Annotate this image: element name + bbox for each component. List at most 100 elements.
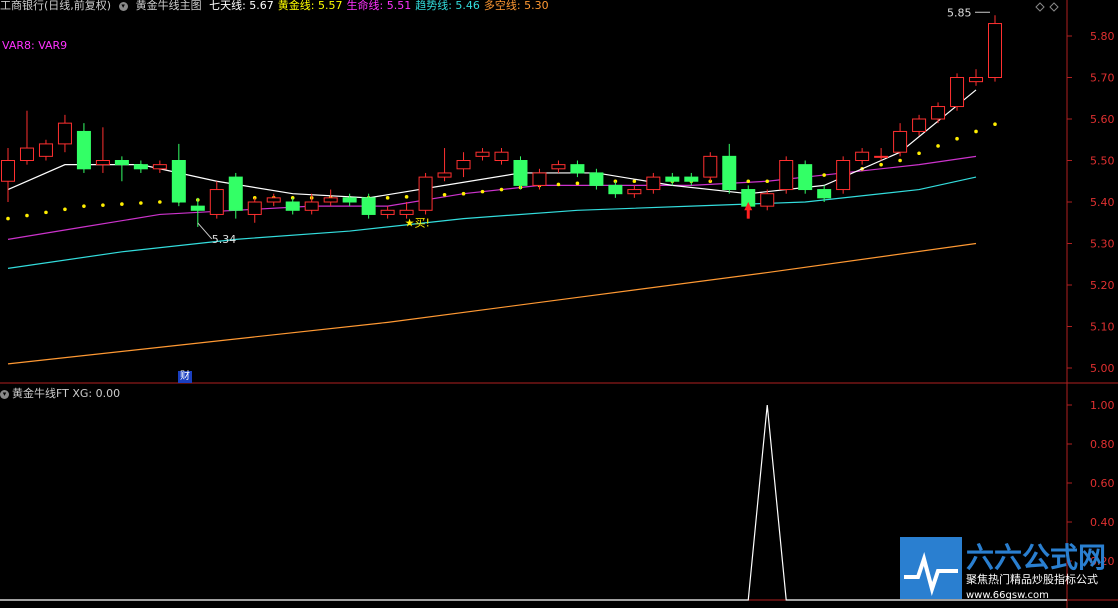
- candle-body: [931, 106, 946, 120]
- candle-body: [608, 184, 623, 195]
- gold-line-dot: [82, 204, 86, 208]
- gold-line-dot: [25, 213, 29, 218]
- watermark-brand: 六六公式网: [966, 541, 1106, 574]
- candle-body: [703, 155, 718, 178]
- gold-line-dot: [404, 195, 409, 199]
- gold-line-dot: [974, 129, 978, 134]
- candle-body: [494, 151, 509, 161]
- sub-tick-label: 0.80: [1090, 438, 1115, 451]
- price-tick-label: 5.00: [1090, 362, 1115, 375]
- collapse-icon[interactable]: ▾: [118, 0, 132, 12]
- gold-line-dot: [158, 200, 162, 204]
- price-tick-label: 5.20: [1090, 279, 1115, 292]
- buy-signal: ★买!: [405, 217, 430, 230]
- candle-body: [380, 209, 395, 215]
- candle-body: [912, 118, 927, 132]
- candle-body: [209, 189, 224, 215]
- indicator-name: 黄金牛线主图: [135, 0, 202, 12]
- candle-body: [684, 176, 699, 182]
- candle-body: [988, 23, 1002, 78]
- chart-canvas[interactable]: 5.80 5.70 5.60 5.50 5.40 5.30 5.20 5.10 5.00 5.85…: [0, 0, 1118, 608]
- gold-line-dot: [632, 179, 637, 184]
- collapse-icon[interactable]: ▾: [0, 387, 12, 400]
- candle-body: [361, 197, 376, 215]
- watermark-url: www.66gsw.com: [966, 590, 1049, 601]
- price-tick-label: 5.80: [1090, 30, 1115, 43]
- price-tick-label: 5.10: [1090, 321, 1115, 334]
- candle-body: [760, 193, 775, 207]
- low-label: 5.34: [212, 233, 237, 246]
- gold-line-dot: [955, 136, 959, 141]
- finance-badge[interactable]: 财: [178, 371, 192, 383]
- xg-value: XG: 0.00: [72, 387, 121, 400]
- gold-line-dot: [385, 196, 390, 200]
- ma7-line: [7, 89, 977, 199]
- candle-body: [57, 122, 72, 145]
- stock-name: 工商银行(日线,前复权): [0, 0, 112, 12]
- candle-body: [285, 201, 300, 211]
- candle-body: [342, 197, 357, 203]
- gold-line-dot: [461, 191, 466, 196]
- price-tick-label: 5.30: [1090, 238, 1115, 251]
- sub-chart-header: ▾ 黄金牛线FT XG: 0.00: [0, 388, 120, 400]
- gold-line-dot: [480, 189, 485, 194]
- diamond-icon: [1035, 2, 1045, 12]
- candle-body: [874, 155, 889, 158]
- gold-line-dot: [575, 181, 580, 186]
- sub-tick-label: 0.40: [1090, 516, 1115, 529]
- gold-line-dot: [6, 216, 10, 221]
- indicator-value-3: 趋势线: 5.46: [415, 0, 480, 12]
- candle-body: [76, 130, 91, 170]
- indicator-value-4: 多空线: 5.30: [483, 0, 549, 12]
- candle-body: [475, 151, 490, 157]
- indicator-value-0: 七天线: 5.67: [209, 0, 274, 12]
- sub-title: 黄金牛线FT: [12, 387, 69, 400]
- gold-line-dot: [746, 179, 751, 184]
- candle-body: [399, 209, 414, 215]
- candle-body: [513, 160, 528, 186]
- candle-body: [190, 205, 205, 211]
- gold-line-dot: [822, 173, 826, 177]
- candle-body: [855, 151, 870, 161]
- candle-body: [114, 160, 129, 166]
- candle-body: [95, 160, 110, 166]
- candle-body: [817, 189, 832, 199]
- watermark-logo: 六六公式网 聚焦热门精品炒股指标公式 www.66gsw.com: [900, 537, 1106, 601]
- gold-line-dot: [993, 122, 997, 126]
- gold-line-dot: [101, 203, 105, 207]
- low-pointer: [197, 222, 213, 240]
- price-tick-label: 5.50: [1090, 155, 1115, 168]
- candle-body: [304, 201, 319, 211]
- candle-body: [456, 160, 471, 170]
- gold-line-dot: [44, 210, 48, 215]
- candle-body: [247, 201, 262, 215]
- candle-body: [779, 160, 794, 191]
- watermark-tagline: 聚焦热门精品炒股指标公式: [966, 572, 1098, 586]
- candle-body: [323, 197, 338, 203]
- candle-body: [836, 160, 851, 191]
- gold-line-dot: [765, 179, 770, 184]
- candle-body: [570, 164, 585, 174]
- candle-body: [228, 176, 243, 211]
- price-tick-label: 5.60: [1090, 113, 1115, 126]
- indicator-value-2: 生命线: 5.51: [346, 0, 412, 12]
- candle-body: [627, 189, 642, 195]
- indicator-values: 七天线: 5.67 黄金线: 5.57 生命线: 5.51 趋势线: 5.46 多空线:…: [209, 0, 553, 12]
- candle-body: [722, 155, 737, 191]
- gold-line-dot: [442, 192, 447, 197]
- gold-line-dot: [120, 202, 124, 206]
- candle-body: [969, 77, 984, 83]
- gold-line-dot: [879, 162, 883, 167]
- candle-body: [19, 147, 34, 162]
- sub-tick-label: 0.60: [1090, 477, 1115, 490]
- gold-line-dot: [898, 158, 902, 163]
- chart-header: 工商银行(日线,前复权) ▾ 黄金牛线主图 七天线: 5.67 黄金线: 5.57 生…: [0, 0, 557, 12]
- candle-body: [171, 160, 186, 203]
- candle-body: [665, 176, 680, 182]
- var-label: VAR8: VAR9: [2, 39, 68, 52]
- price-tick-label: 5.70: [1090, 72, 1115, 85]
- candle-body: [418, 176, 433, 211]
- candle-body: [1, 160, 15, 182]
- indicator-value-1: 黄金线: 5.57: [277, 0, 343, 12]
- long-short-line: [7, 242, 977, 365]
